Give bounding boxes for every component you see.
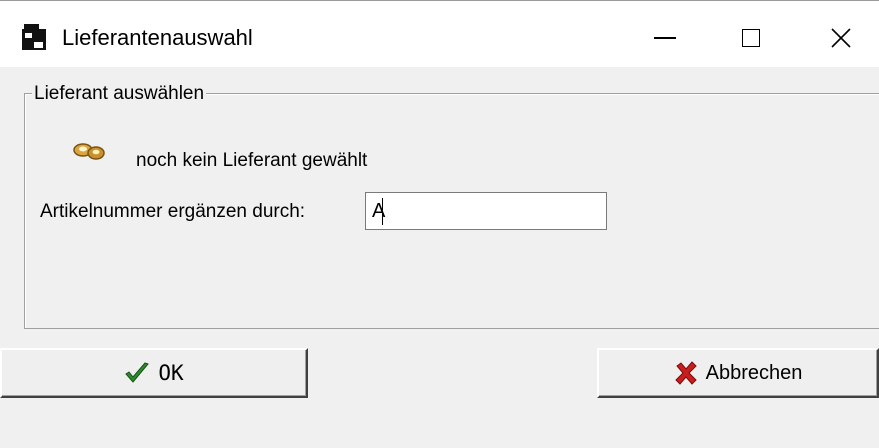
ok-label: OK xyxy=(158,361,184,385)
title-bar[interactable]: Lieferantenauswahl xyxy=(0,1,879,67)
group-legend: Lieferant auswählen xyxy=(32,83,207,105)
article-suffix-label: Artikelnummer ergänzen durch: xyxy=(40,201,306,222)
window-title: Lieferantenauswahl xyxy=(62,25,253,50)
maximize-button[interactable] xyxy=(719,11,783,65)
article-suffix-input[interactable] xyxy=(365,192,607,230)
search-lens-icon xyxy=(73,143,105,160)
red-x-icon xyxy=(674,361,697,385)
checkmark-icon xyxy=(125,362,150,383)
ok-button[interactable]: OK xyxy=(0,348,308,398)
cancel-label: Abbrechen xyxy=(705,361,803,384)
text-caret xyxy=(382,198,383,225)
minimize-icon xyxy=(654,37,676,39)
minimize-button[interactable] xyxy=(633,11,697,65)
cancel-button[interactable]: Abbrechen xyxy=(597,348,879,398)
supplier-status-text: noch kein Lieferant gewählt xyxy=(136,150,368,171)
close-icon xyxy=(831,28,851,48)
app-icon xyxy=(22,24,46,50)
maximize-icon xyxy=(742,29,760,47)
close-button[interactable] xyxy=(809,11,873,65)
